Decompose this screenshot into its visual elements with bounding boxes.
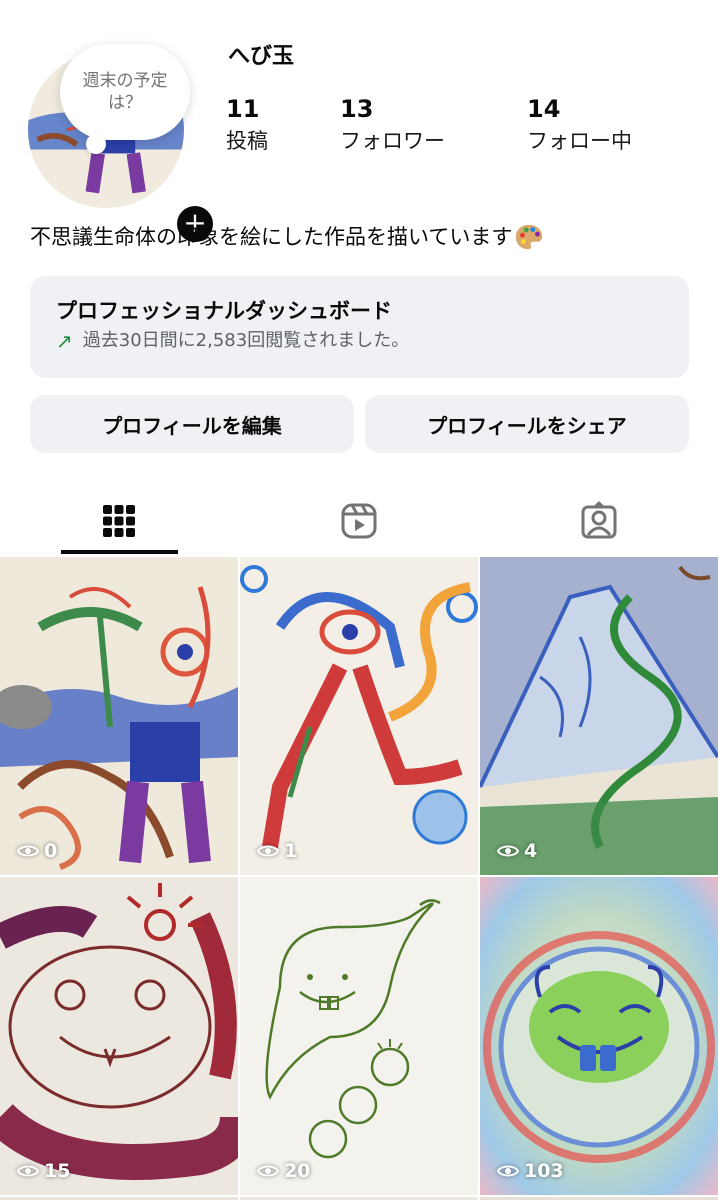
dashboard-subtitle: 過去30日間に2,583回閲覧されました。 xyxy=(82,330,410,351)
post-grid: 0 1 4 15 20 103 xyxy=(0,557,718,1200)
post-image xyxy=(480,557,718,875)
stat-label: フォロー中 xyxy=(527,129,632,153)
reels-icon xyxy=(341,503,377,539)
tagged-icon xyxy=(581,501,617,539)
view-count: 15 xyxy=(16,1159,70,1183)
stat-label: フォロワー xyxy=(340,129,445,153)
view-count: 20 xyxy=(256,1159,310,1183)
username: へび玉 xyxy=(228,44,295,69)
eye-icon xyxy=(16,845,40,857)
eye-icon xyxy=(16,1165,40,1177)
professional-dashboard-card[interactable]: プロフェッショナルダッシュボード ↗ 過去30日間に2,583回閲覧されました。 xyxy=(30,276,689,378)
stat-value: 14 xyxy=(527,95,561,123)
share-profile-button[interactable]: プロフィールをシェア xyxy=(365,395,689,453)
eye-icon xyxy=(256,845,280,857)
post-image xyxy=(240,877,478,1195)
note-bubble[interactable]: 週末の予定は？ xyxy=(60,44,190,154)
post-tile[interactable]: 0 xyxy=(0,557,238,875)
tab-reels[interactable] xyxy=(300,486,418,556)
note-text: 週末の予定は？ xyxy=(82,71,168,113)
note-bubble-tail xyxy=(86,134,106,154)
post-image xyxy=(0,877,238,1195)
bio-text: 不思議生命体の印象を絵にした作品を描いています xyxy=(30,225,513,249)
view-count-value: 0 xyxy=(44,840,58,862)
post-tile[interactable]: 4 xyxy=(480,557,718,875)
post-image xyxy=(0,557,238,875)
tab-tagged[interactable] xyxy=(540,486,658,556)
eye-icon xyxy=(496,1165,520,1177)
view-count: 103 xyxy=(496,1159,564,1183)
view-count-value: 15 xyxy=(44,1160,71,1182)
stat-posts[interactable]: 11 投稿 xyxy=(226,94,268,158)
tab-posts[interactable] xyxy=(60,486,178,556)
stat-value: 13 xyxy=(340,95,374,123)
post-tile[interactable]: 103 xyxy=(480,877,718,1195)
eye-icon xyxy=(256,1165,280,1177)
view-count: 1 xyxy=(256,839,297,863)
dashboard-subtitle-row: ↗ 過去30日間に2,583回閲覧されました。 xyxy=(56,326,663,356)
stat-value: 11 xyxy=(226,95,260,123)
post-image xyxy=(480,877,718,1195)
active-tab-indicator xyxy=(61,550,178,554)
edit-profile-button[interactable]: プロフィールを編集 xyxy=(30,395,354,453)
post-tile[interactable]: 20 xyxy=(240,877,478,1195)
post-tile[interactable]: 1 xyxy=(240,557,478,875)
view-count: 4 xyxy=(496,839,537,863)
eye-icon xyxy=(496,845,520,857)
view-count-value: 20 xyxy=(284,1160,311,1182)
view-count: 0 xyxy=(16,839,57,863)
view-count-value: 103 xyxy=(524,1160,564,1182)
stat-label: 投稿 xyxy=(226,129,268,153)
stat-following[interactable]: 14 フォロー中 xyxy=(527,94,632,158)
grid-icon xyxy=(103,505,135,537)
trending-up-icon: ↗ xyxy=(56,329,73,353)
post-image xyxy=(240,557,478,875)
palette-icon xyxy=(516,224,543,250)
stat-followers[interactable]: 13 フォロワー xyxy=(340,94,445,158)
view-count-value: 1 xyxy=(284,840,298,862)
avatar-area: 週末の予定は？ + xyxy=(28,44,217,246)
bio: 不思議生命体の印象を絵にした作品を描いています xyxy=(30,222,544,252)
profile-tabs xyxy=(0,486,718,556)
post-tile[interactable]: 15 xyxy=(0,877,238,1195)
profile-page: 週末の予定は？ + へび玉 11 投稿 13 フォロワー 14 フォロー中 不思… xyxy=(0,0,718,1200)
dashboard-title: プロフェッショナルダッシュボード xyxy=(56,299,392,323)
view-count-value: 4 xyxy=(524,840,538,862)
